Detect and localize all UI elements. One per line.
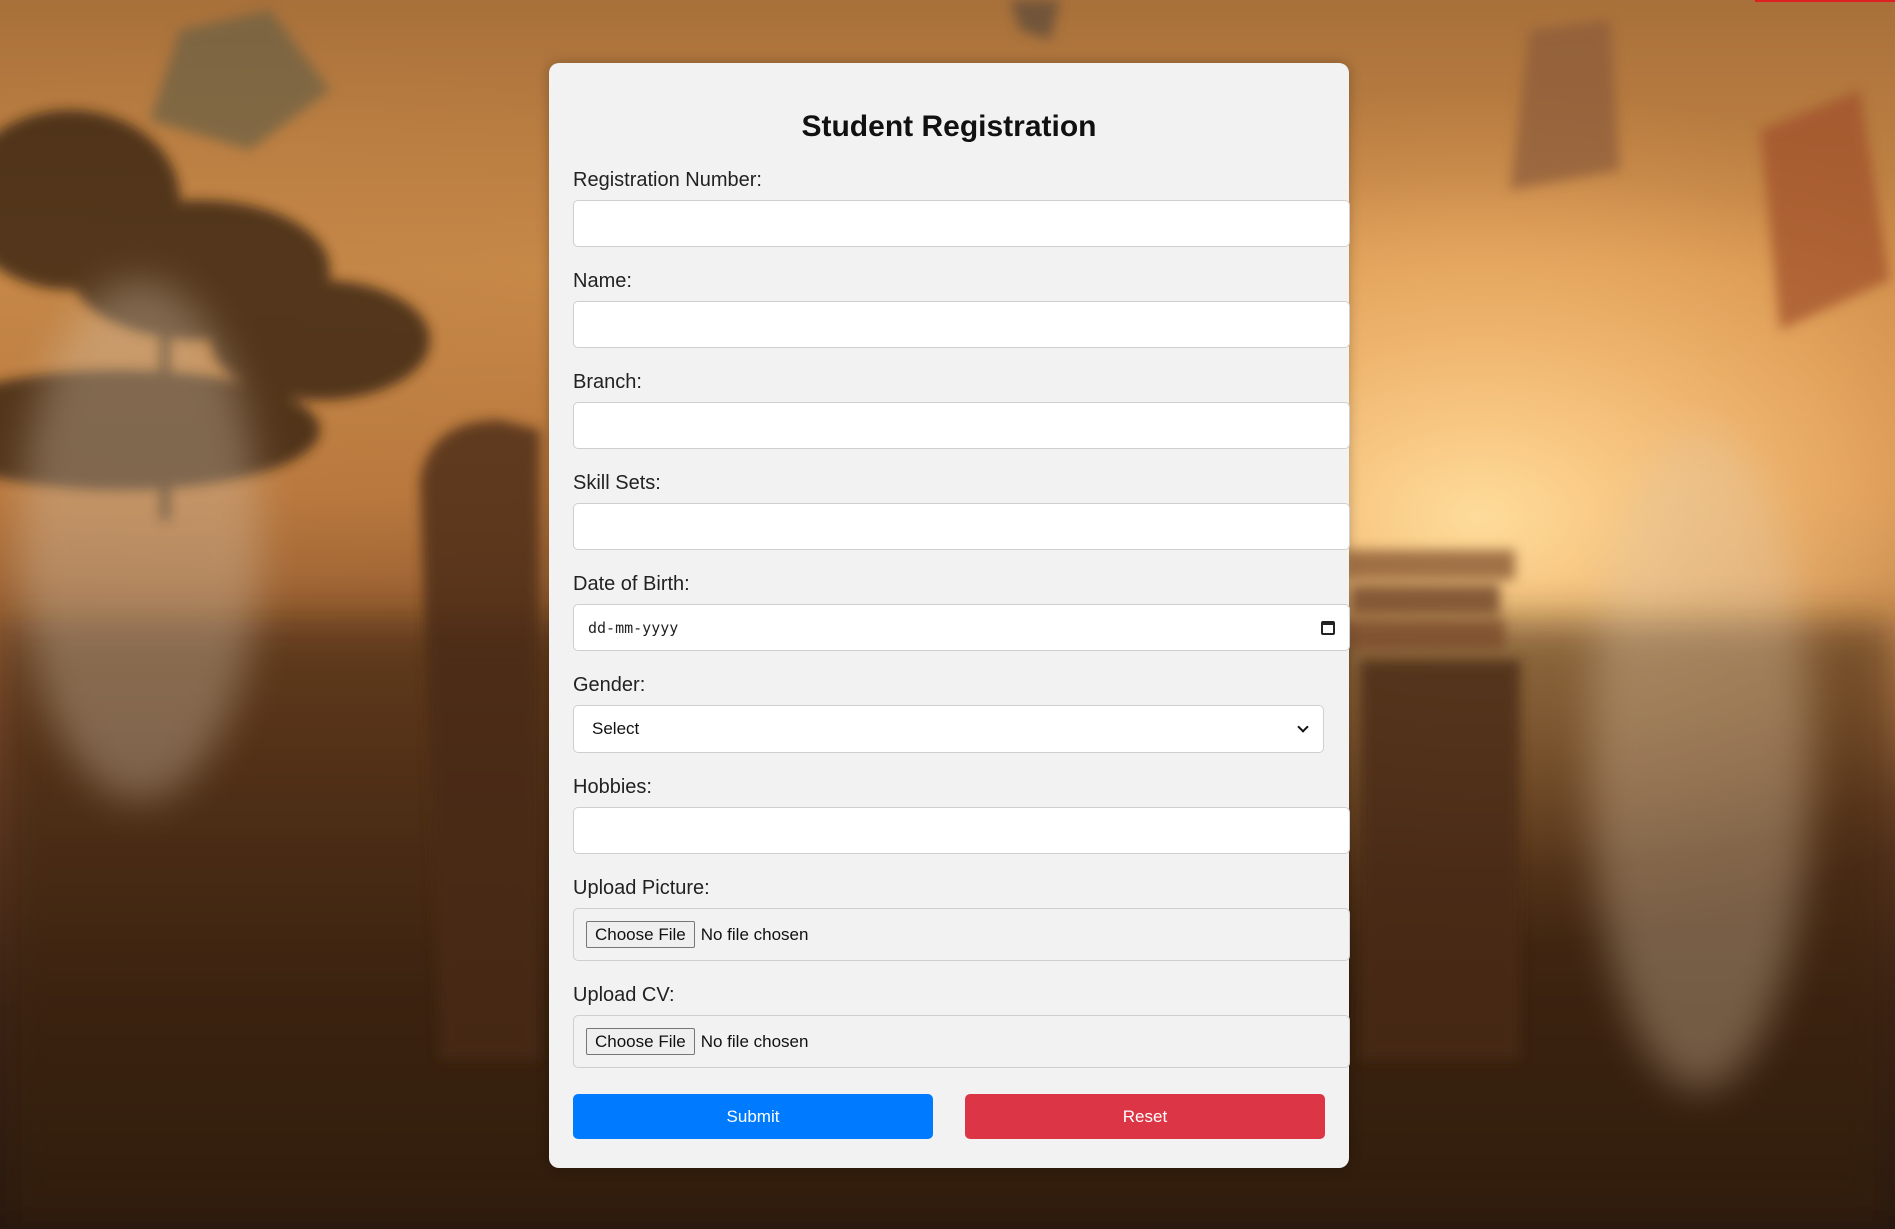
- date-placeholder: dd-mm-yyyy: [588, 618, 679, 637]
- upload-cv-input[interactable]: Choose File No file chosen: [573, 1015, 1350, 1068]
- hobbies-field: Hobbies:: [573, 775, 1350, 854]
- skill-sets-label: Skill Sets:: [573, 472, 661, 494]
- name-field: Name:: [573, 269, 1350, 348]
- chevron-down-icon: [1297, 720, 1309, 733]
- upload-picture-field: Upload Picture: Choose File No file chos…: [573, 876, 1350, 961]
- branch-label: Branch:: [573, 371, 642, 393]
- name-label: Name:: [573, 270, 632, 292]
- date-of-birth-input[interactable]: dd-mm-yyyy: [573, 604, 1350, 651]
- file-status: No file chosen: [700, 924, 809, 944]
- gender-selected-value: Select: [592, 719, 640, 738]
- name-input[interactable]: [573, 301, 1350, 348]
- choose-file-button[interactable]: Choose File: [586, 1028, 695, 1055]
- branch-input[interactable]: [573, 402, 1350, 449]
- skill-sets-input[interactable]: [573, 503, 1350, 550]
- gender-field: Gender: Select: [573, 673, 1325, 753]
- form-title: Student Registration: [801, 110, 1097, 143]
- reset-button[interactable]: Reset: [965, 1094, 1325, 1139]
- registration-number-field: Registration Number:: [573, 168, 1350, 247]
- file-status: No file chosen: [700, 1031, 809, 1051]
- registration-form: Student Registration Registration Number…: [549, 63, 1350, 1168]
- hobbies-input[interactable]: [573, 807, 1350, 854]
- date-of-birth-label: Date of Birth:: [573, 573, 690, 595]
- upload-cv-label: Upload CV:: [573, 984, 675, 1006]
- form-actions: Submit Reset: [573, 1094, 1325, 1139]
- gender-label: Gender:: [573, 674, 646, 696]
- hobbies-label: Hobbies:: [573, 776, 652, 798]
- calendar-icon[interactable]: [1321, 620, 1335, 635]
- date-of-birth-field: Date of Birth: dd-mm-yyyy: [573, 572, 1350, 651]
- upload-picture-input[interactable]: Choose File No file chosen: [573, 908, 1350, 961]
- submit-button[interactable]: Submit: [573, 1094, 933, 1139]
- choose-file-button[interactable]: Choose File: [586, 921, 695, 948]
- upload-cv-field: Upload CV: Choose File No file chosen: [573, 983, 1350, 1068]
- skill-sets-field: Skill Sets:: [573, 471, 1350, 550]
- registration-number-input[interactable]: [573, 200, 1350, 247]
- upload-picture-label: Upload Picture:: [573, 877, 710, 899]
- branch-field: Branch:: [573, 370, 1350, 449]
- top-accent-bar: [1755, 0, 1895, 2]
- registration-number-label: Registration Number:: [573, 169, 762, 191]
- gender-select[interactable]: Select: [573, 705, 1324, 753]
